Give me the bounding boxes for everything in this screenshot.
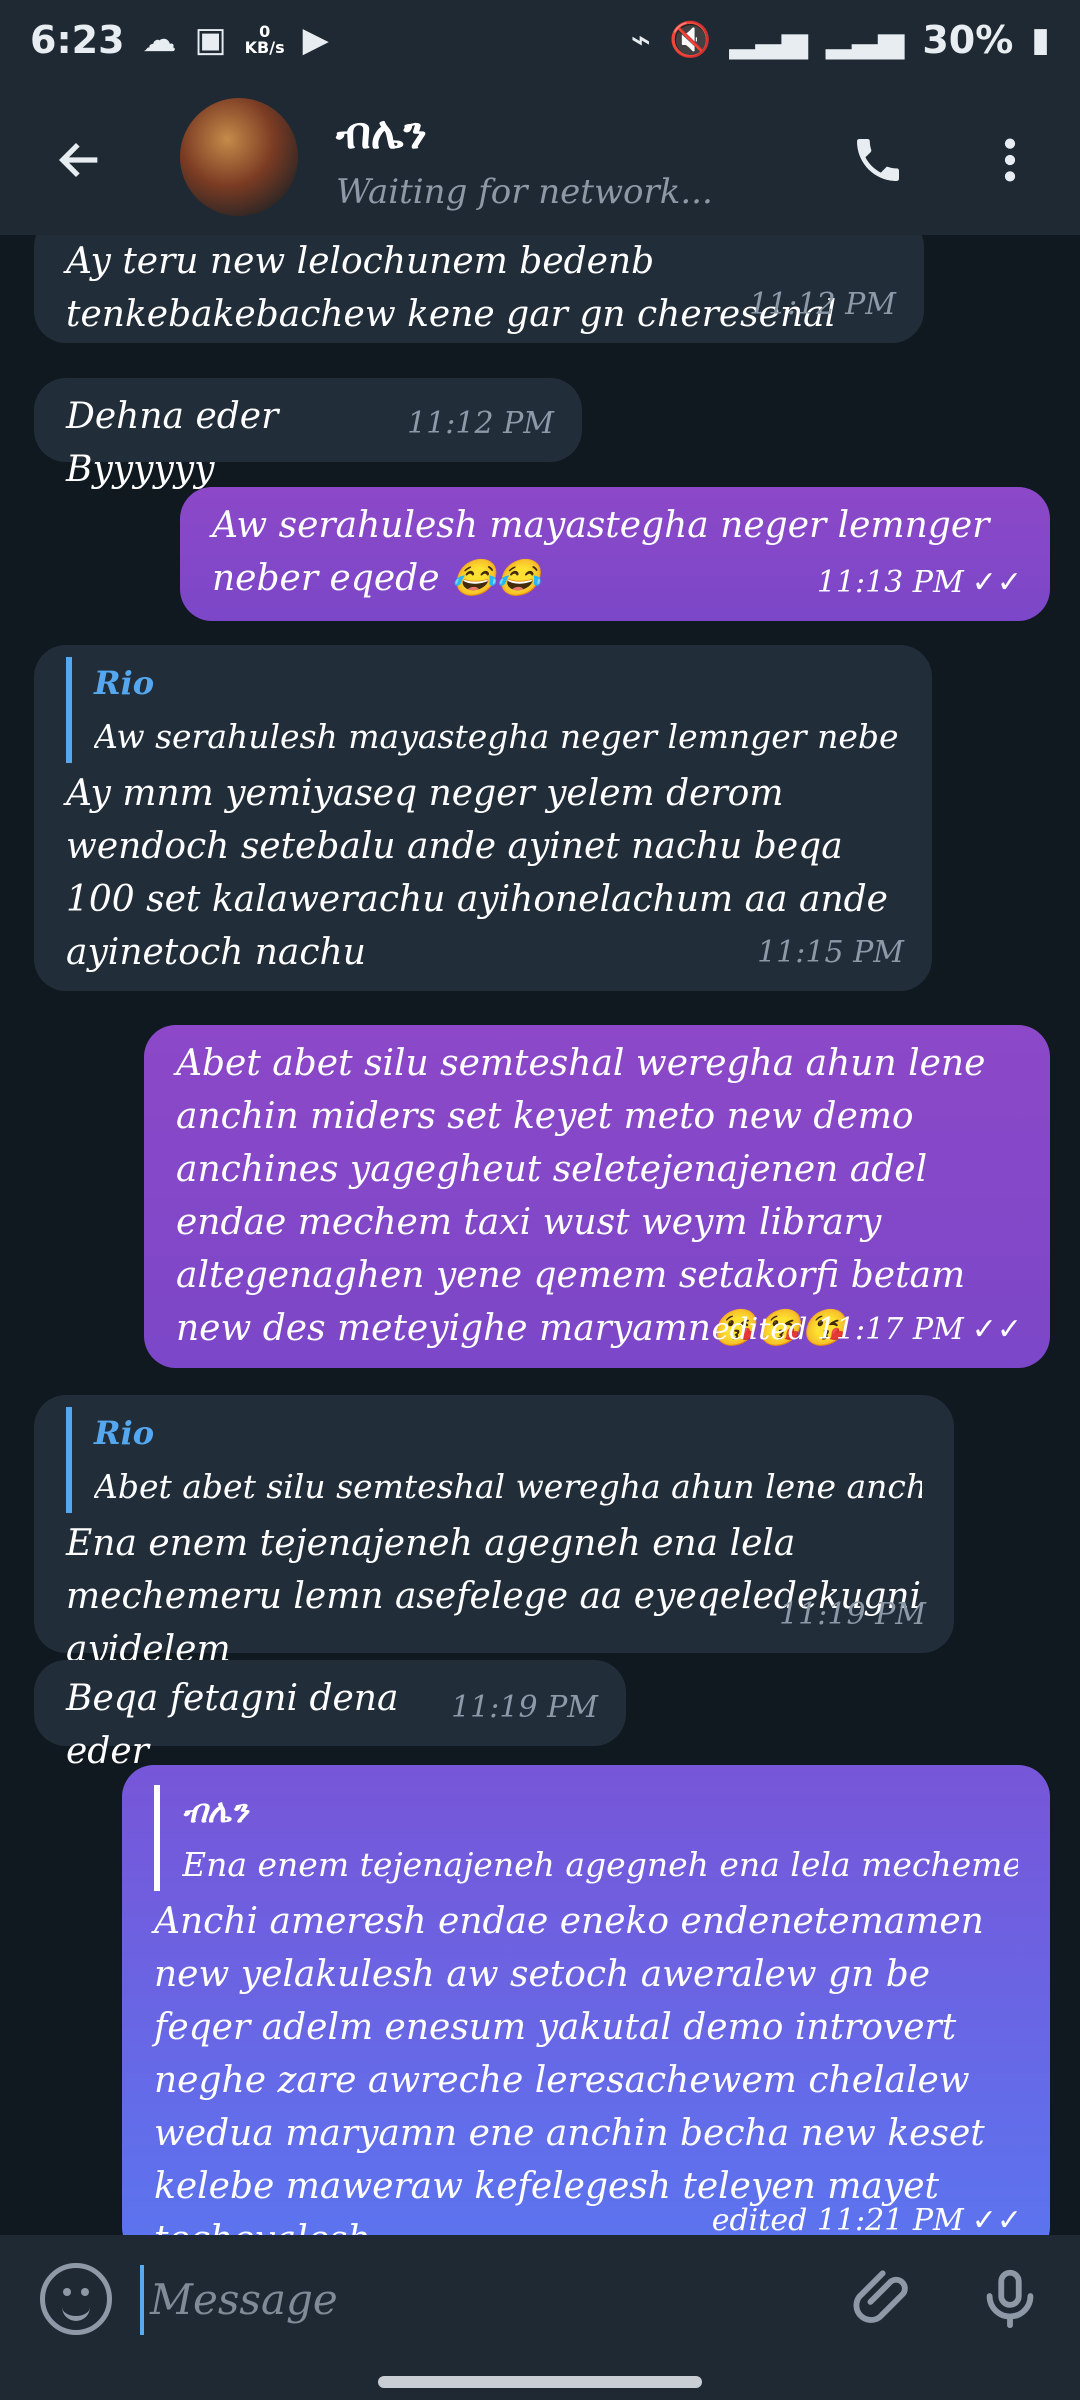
read-tick-icon: ✓✓ [971,1312,1022,1347]
signal-icon: ▂▃▅ [729,20,808,60]
data-saver-icon: ⌁ [630,20,652,60]
message-bubble[interactable]: Dehna eder Byyyyyy 11:12 PM [34,378,582,490]
contact-name[interactable]: ብሌን [336,108,427,159]
message-text: Anchi ameresh endae eneko endenetemamen … [154,1901,985,2235]
message-bubble[interactable]: Abet abet silu semteshal weregha ahun le… [144,1025,1050,1368]
microphone-button[interactable] [975,2263,1045,2335]
network-speed-unit: KB/s [244,38,285,57]
message-time-text: edited 11:17 PM [711,1312,964,1347]
network-speed: 0 KB/s [245,24,285,56]
mute-icon: 🔇 [669,20,712,60]
reply-name: Rio [94,1414,155,1452]
message-bubble[interactable]: Beqa fetagni dena eder 11:19 PM [34,1660,626,1772]
reply-name: Rio [94,664,155,702]
more-vertical-icon [1004,138,1016,182]
smile-icon [62,2300,90,2321]
status-time: 6:23 [30,18,125,62]
reply-text: Ena enem tejenajeneh agegneh ena lela me… [182,1845,1018,1884]
cloud-icon: ☁ [142,20,177,60]
status-left: 6:23 ☁ ▣ 0 KB/s ▶ [30,18,329,62]
message-time: 11:19 PM [779,1597,926,1632]
reply-text: Abet abet silu semteshal weregha ahun le… [94,1467,922,1506]
avatar[interactable] [180,98,298,216]
reply-preview[interactable]: Rio Aw serahulesh mayastegha neger lemng… [66,657,900,763]
message-time: 11:15 PM [757,935,904,970]
call-button[interactable] [838,120,918,200]
read-tick-icon: ✓✓ [971,565,1022,600]
play-icon: ▶ [302,20,329,60]
status-bar: 6:23 ☁ ▣ 0 KB/s ▶ ⌁ 🔇 ▂▃▅ ▂▃▅ 30% ▮ [0,0,1080,80]
message-time: edited 11:21 PM ✓✓ [712,2194,1022,2235]
message-time-text: edited 11:21 PM [711,2203,964,2235]
home-indicator[interactable] [378,2376,702,2388]
message-composer: Message [0,2235,1080,2365]
more-menu-button[interactable] [980,120,1040,200]
reply-name: ብሌን [182,1792,248,1830]
message-time: 11:12 PM [407,406,554,441]
paperclip-icon [853,2270,908,2323]
message-text: Beqa fetagni dena eder [66,1678,399,1772]
arrow-left-icon [58,142,98,178]
message-input[interactable]: Message [140,2265,800,2335]
message-bubble[interactable]: Rio Abet abet silu semteshal weregha ahu… [34,1395,954,1670]
message-bubble[interactable]: Ay teru new lelochunem bedenb tenkebakeb… [34,235,924,343]
reply-text: Aw serahulesh mayastegha neger lemnger n… [94,717,900,756]
gallery-icon: ▣ [194,20,227,60]
message-text: Dehna eder Byyyyyy [66,396,279,490]
phone-icon [857,139,899,181]
battery-percent: 30% [922,18,1014,62]
status-right: ⌁ 🔇 ▂▃▅ ▂▃▅ 30% ▮ [631,18,1050,62]
battery-icon: ▮ [1031,20,1050,60]
reply-preview[interactable]: Rio Abet abet silu semteshal weregha ahu… [66,1407,922,1513]
back-button[interactable] [40,120,120,200]
contact-status: Waiting for network... [336,172,713,212]
microphone-icon [986,2269,1034,2329]
attach-button[interactable] [850,2263,920,2335]
message-bubble[interactable]: ብሌን Ena enem tejenajeneh agegneh ena lel… [122,1765,1050,2235]
reply-preview[interactable]: ብሌን Ena enem tejenajeneh agegneh ena lel… [154,1785,1018,1891]
read-tick-icon: ✓✓ [971,2203,1022,2235]
message-bubble[interactable]: Rio Aw serahulesh mayastegha neger lemng… [34,645,932,991]
message-bubble[interactable]: Aw serahulesh mayastegha neger lemnger n… [180,487,1050,621]
message-time-text: 11:13 PM [816,565,964,600]
message-time: edited 11:17 PM ✓✓ [712,1303,1022,1356]
message-time: 11:19 PM [451,1690,598,1725]
signal-icon: ▂▃▅ [825,20,905,60]
message-time: 11:13 PM ✓✓ [817,556,1022,609]
message-time: 11:12 PM [749,287,896,322]
emoji-button[interactable] [40,2263,112,2335]
chat-area[interactable]: Ay teru new lelochunem bedenb tenkebakeb… [0,235,1080,2235]
system-navigation-bar [0,2365,1080,2400]
chat-header: ብሌን Waiting for network... [0,80,1080,235]
